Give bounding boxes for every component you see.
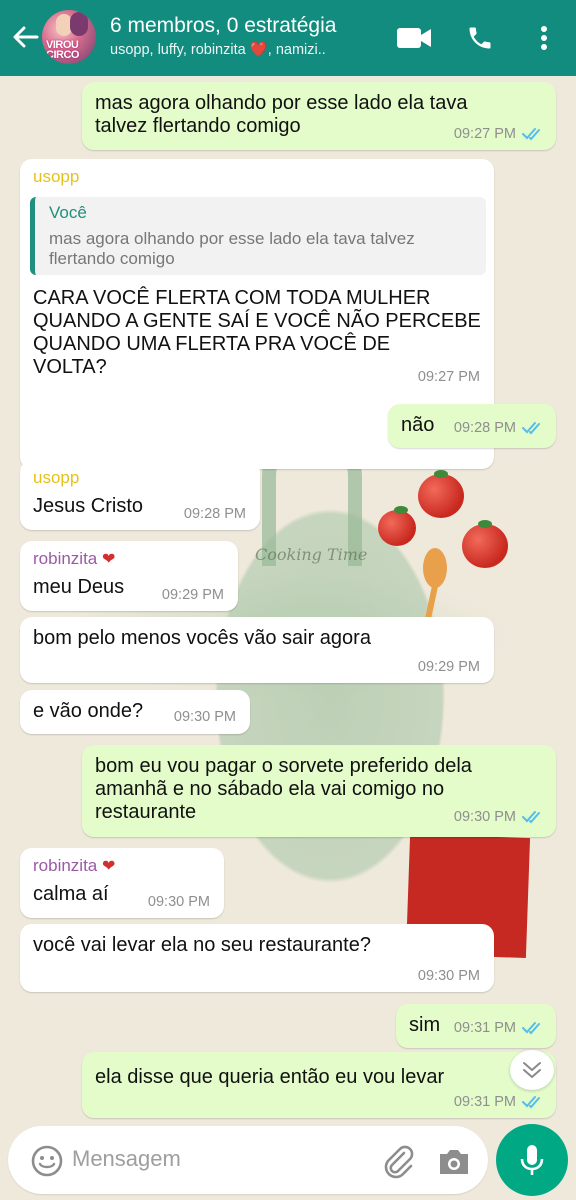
message-time: 09:30 PM bbox=[147, 894, 210, 910]
sender-name: usopp bbox=[33, 167, 80, 186]
group-name: 6 membros, 0 estratégia bbox=[110, 14, 337, 37]
heart-icon: ❤ bbox=[102, 551, 116, 568]
message-bubble-outgoing[interactable]: mas agora olhando por esse lado ela tava… bbox=[82, 82, 556, 150]
message-time: 09:29 PM bbox=[417, 659, 480, 675]
message-time: 09:27 PM bbox=[417, 369, 480, 385]
chat-header: VIROU CIRCO 6 membros, 0 estratégia usop… bbox=[0, 0, 576, 76]
emoji-icon[interactable] bbox=[30, 1144, 64, 1178]
message-input-placeholder[interactable]: Mensagem bbox=[72, 1146, 181, 1172]
group-avatar[interactable]: VIROU CIRCO bbox=[42, 10, 96, 64]
quoted-sender: Você bbox=[49, 203, 87, 222]
attach-clip-icon[interactable] bbox=[380, 1144, 416, 1180]
message-text: e vão onde? bbox=[33, 700, 144, 722]
message-time: 09:30 PM bbox=[173, 709, 236, 725]
message-time: 09:28 PM bbox=[183, 506, 246, 522]
read-receipt-icon bbox=[522, 422, 540, 435]
sender-name: usopp bbox=[33, 468, 80, 487]
message-meta: 09:27 PM bbox=[454, 126, 544, 142]
message-text: sim bbox=[409, 1014, 441, 1036]
message-bubble-outgoing[interactable]: bom eu vou pagar o sorvete preferido del… bbox=[82, 745, 556, 837]
quoted-text: mas agora olhando por esse lado ela tava… bbox=[49, 229, 415, 268]
microphone-button[interactable] bbox=[496, 1124, 568, 1196]
message-text: Jesus Cristo bbox=[33, 495, 144, 517]
message-bubble-outgoing[interactable]: ela disse que queria então eu vou levar … bbox=[82, 1052, 556, 1118]
message-input-box[interactable]: Mensagem bbox=[8, 1126, 488, 1194]
message-meta: 09:31 PM bbox=[454, 1020, 544, 1036]
scroll-to-bottom-button[interactable] bbox=[510, 1050, 554, 1090]
chevron-double-down-icon bbox=[523, 1062, 541, 1078]
message-time: 09:29 PM bbox=[161, 587, 224, 603]
message-text: calma aí bbox=[33, 883, 109, 905]
wallpaper-tomato bbox=[378, 506, 416, 546]
chat-area[interactable]: Cooking Time mas agora olhando por esse … bbox=[0, 76, 576, 1120]
message-bubble-incoming[interactable]: robinzita ❤ meu Deus 09:29 PM bbox=[20, 541, 238, 611]
sender-name: robinzita ❤ bbox=[33, 549, 116, 568]
message-text: bom pelo menos vocês vão sair agora bbox=[33, 627, 371, 649]
read-receipt-icon bbox=[522, 1022, 540, 1035]
voice-call-icon[interactable] bbox=[460, 18, 500, 58]
message-bubble-outgoing[interactable]: sim 09:31 PM bbox=[396, 1004, 556, 1048]
message-text: meu Deus bbox=[33, 576, 125, 598]
message-meta: 09:31 PM bbox=[454, 1094, 544, 1110]
back-arrow-icon[interactable] bbox=[10, 20, 40, 54]
wallpaper-apron-text: Cooking Time bbox=[255, 545, 368, 564]
wallpaper-tomato bbox=[418, 470, 464, 518]
more-options-icon[interactable] bbox=[524, 18, 564, 58]
message-text: bom eu vou pagar o sorvete preferido del… bbox=[95, 755, 472, 823]
message-text: ela disse que queria então eu vou levar bbox=[95, 1066, 445, 1088]
message-bubble-incoming[interactable]: bom pelo menos vocês vão sair agora 09:2… bbox=[20, 617, 494, 683]
message-input-bar: Mensagem bbox=[0, 1120, 576, 1200]
message-time: 09:30 PM bbox=[417, 968, 480, 984]
message-meta: 09:30 PM bbox=[454, 809, 544, 825]
message-bubble-incoming[interactable]: robinzita ❤ calma aí 09:30 PM bbox=[20, 848, 224, 918]
message-bubble-incoming[interactable]: e vão onde? 09:30 PM bbox=[20, 690, 250, 734]
microphone-icon bbox=[520, 1145, 544, 1175]
read-receipt-icon bbox=[522, 1096, 540, 1109]
read-receipt-icon bbox=[522, 811, 540, 824]
group-members-list: usopp, luffy, robinzita ❤️, namizi.. bbox=[110, 42, 326, 58]
message-meta: 09:28 PM bbox=[454, 420, 544, 436]
message-text: não bbox=[401, 414, 435, 436]
message-text: você vai levar ela no seu restaurante? bbox=[33, 934, 371, 956]
sender-name: robinzita ❤ bbox=[33, 856, 116, 875]
quoted-message[interactable]: Você mas agora olhando por esse lado ela… bbox=[30, 197, 486, 275]
message-bubble-incoming[interactable]: você vai levar ela no seu restaurante? 0… bbox=[20, 924, 494, 992]
message-bubble-outgoing[interactable]: não 09:28 PM bbox=[388, 404, 556, 448]
wallpaper-tomato bbox=[462, 520, 508, 568]
video-call-icon[interactable] bbox=[394, 18, 434, 58]
camera-icon[interactable] bbox=[436, 1146, 472, 1178]
avatar-logo-text: VIROU CIRCO bbox=[46, 39, 79, 61]
heart-icon: ❤ bbox=[102, 858, 116, 875]
message-bubble-incoming[interactable]: usopp Jesus Cristo 09:28 PM bbox=[20, 460, 260, 530]
read-receipt-icon bbox=[522, 128, 540, 141]
message-text: CARA VOCÊ FLERTA COM TODA MULHER QUANDO A… bbox=[33, 287, 481, 378]
group-title-block[interactable]: 6 membros, 0 estratégia usopp, luffy, ro… bbox=[110, 12, 380, 60]
message-text: mas agora olhando por esse lado ela tava… bbox=[95, 92, 468, 137]
